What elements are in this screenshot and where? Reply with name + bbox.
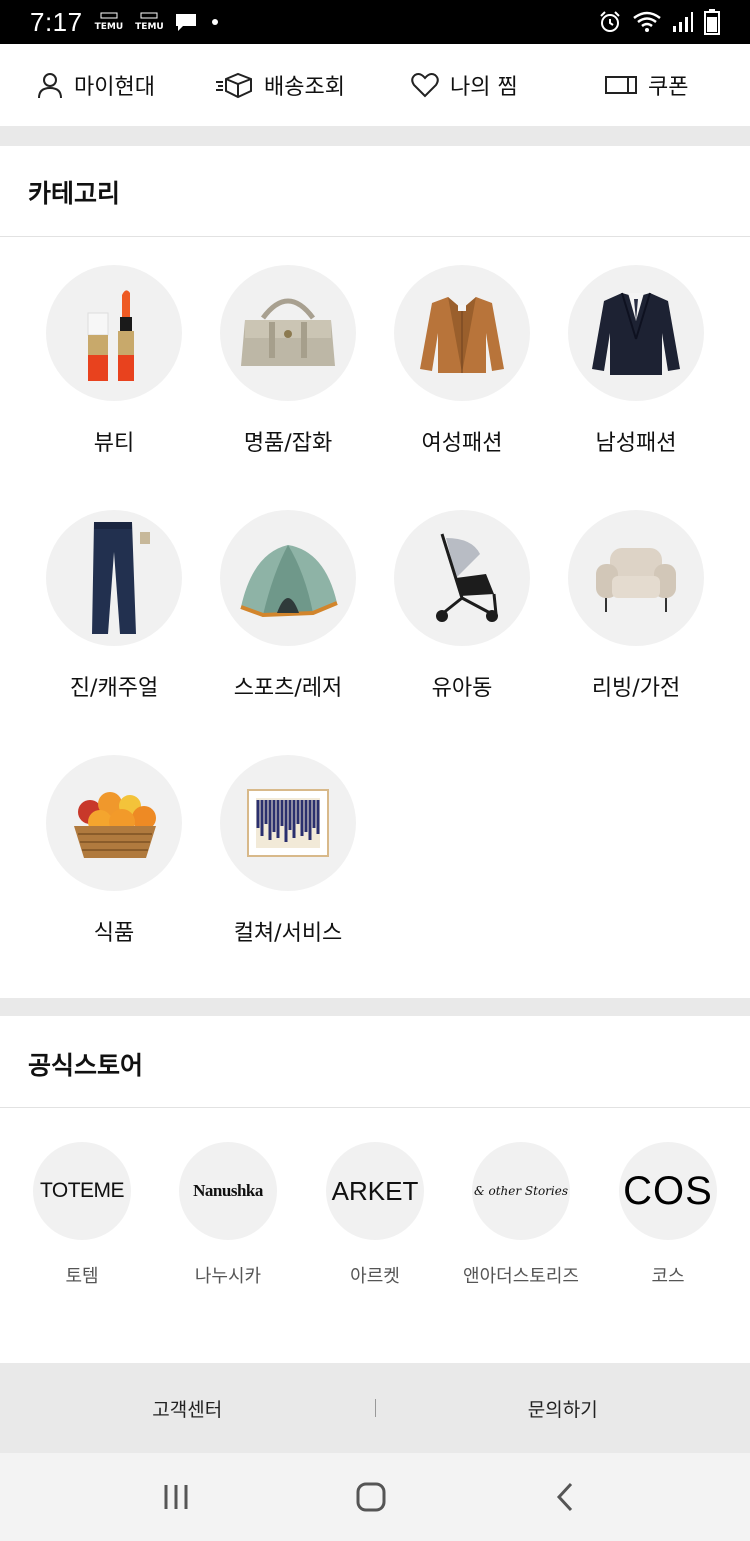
store-label: 앤아더스토리즈 bbox=[463, 1266, 579, 1287]
wifi-icon bbox=[633, 11, 661, 32]
system-navigation-bar bbox=[0, 1453, 750, 1541]
delivery-box-icon bbox=[216, 72, 252, 99]
category-label: 남성패션 bbox=[595, 431, 677, 456]
store-item-cos[interactable]: COS 코스 bbox=[598, 1142, 738, 1288]
status-time: 7:17 bbox=[30, 6, 83, 37]
category-item-sports-leisure[interactable]: 스포츠/레저 bbox=[201, 510, 375, 702]
battery-icon bbox=[704, 9, 720, 35]
quick-item-label: 마이현대 bbox=[74, 75, 155, 100]
armchair-icon bbox=[596, 548, 676, 612]
recent-apps-button[interactable] bbox=[156, 1479, 196, 1515]
inquiry-link[interactable]: 문의하기 bbox=[376, 1395, 750, 1422]
category-item-culture-service[interactable]: 컬쳐/서비스 bbox=[201, 755, 375, 947]
quick-item-label: 쿠폰 bbox=[648, 75, 689, 100]
category-item-luxury[interactable]: 명품/잡화 bbox=[201, 265, 375, 457]
nanushka-logo: Nanushka bbox=[179, 1142, 277, 1240]
quick-menu-bar: 마이현대 배송조회 나의 찜 쿠폰 bbox=[0, 44, 750, 126]
back-button[interactable] bbox=[546, 1479, 586, 1515]
category-label: 컬쳐/서비스 bbox=[233, 921, 343, 946]
category-item-living-appliance[interactable]: 리빙/가전 bbox=[549, 510, 723, 702]
store-item-arket[interactable]: ARKET 아르켓 bbox=[305, 1142, 445, 1288]
toteme-logo: TOTEME bbox=[33, 1142, 131, 1240]
quick-item-coupon[interactable]: 쿠폰 bbox=[604, 69, 688, 101]
category-item-beauty[interactable]: 뷰티 bbox=[27, 265, 201, 457]
heart-icon bbox=[411, 73, 439, 98]
framed-art-icon bbox=[247, 789, 329, 857]
category-item-kids[interactable]: 유아동 bbox=[375, 510, 549, 702]
quick-item-label: 배송조회 bbox=[264, 75, 345, 100]
home-button[interactable] bbox=[351, 1479, 391, 1515]
jeans-icon bbox=[92, 522, 150, 634]
quick-item-my-hyundai[interactable]: 마이현대 bbox=[36, 69, 155, 101]
store-item-nanushka[interactable]: Nanushka 나누시카 bbox=[158, 1142, 298, 1288]
back-icon bbox=[556, 1482, 573, 1512]
lipstick-icon bbox=[87, 290, 134, 381]
alarm-icon bbox=[600, 11, 620, 32]
quick-item-delivery[interactable]: 배송조회 bbox=[214, 69, 345, 101]
temu-notification-icon: TEMU bbox=[135, 12, 164, 32]
category-title: 카테고리 bbox=[28, 179, 121, 208]
mens-suit-icon bbox=[592, 292, 680, 375]
tent-icon bbox=[240, 545, 338, 618]
store-item-toteme[interactable]: TOTEME 토템 bbox=[12, 1142, 152, 1288]
person-icon bbox=[38, 73, 62, 99]
category-label: 리빙/가전 bbox=[591, 676, 681, 701]
handbag-icon bbox=[241, 298, 335, 366]
store-label: 토템 bbox=[65, 1266, 99, 1287]
message-icon bbox=[175, 14, 196, 31]
category-label: 스포츠/레저 bbox=[233, 676, 343, 701]
category-item-womens-fashion[interactable]: 여성패션 bbox=[375, 265, 549, 457]
quick-item-label: 나의 찜 bbox=[450, 75, 518, 100]
store-label: 아르켓 bbox=[350, 1266, 400, 1287]
category-label: 뷰티 bbox=[93, 431, 135, 456]
cos-logo: COS bbox=[619, 1142, 717, 1240]
signal-icon bbox=[673, 12, 693, 32]
fruit-basket-icon bbox=[74, 792, 156, 858]
temu-notification-icon: TEMU bbox=[95, 12, 123, 32]
section-gap bbox=[0, 126, 750, 146]
store-item-other-stories[interactable]: & other Stories 앤아더스토리즈 bbox=[451, 1142, 591, 1288]
category-label: 명품/잡화 bbox=[243, 431, 333, 456]
category-item-food[interactable]: 식품 bbox=[27, 755, 201, 947]
notification-dot-icon bbox=[211, 19, 218, 25]
divider bbox=[0, 236, 750, 237]
other-stories-logo: & other Stories bbox=[472, 1142, 570, 1240]
category-item-mens-fashion[interactable]: 남성패션 bbox=[549, 265, 723, 457]
category-label: 여성패션 bbox=[421, 431, 503, 456]
category-label: 진/캐주얼 bbox=[69, 676, 159, 701]
store-label: 나누시카 bbox=[194, 1266, 262, 1287]
home-icon bbox=[356, 1482, 386, 1512]
section-gap bbox=[0, 998, 750, 1016]
status-bar: 7:17 TEMU TEMU bbox=[0, 0, 750, 44]
category-label: 식품 bbox=[93, 921, 135, 946]
quick-item-wishlist[interactable]: 나의 찜 bbox=[410, 69, 518, 101]
category-item-jeans-casual[interactable]: 진/캐주얼 bbox=[27, 510, 201, 702]
womens-jacket-icon bbox=[420, 297, 504, 373]
divider bbox=[0, 1107, 750, 1108]
coupon-icon bbox=[605, 76, 637, 94]
arket-logo: ARKET bbox=[326, 1142, 424, 1240]
stroller-icon bbox=[436, 533, 498, 622]
recent-apps-icon bbox=[164, 1485, 188, 1509]
footer-bar: 고객센터 문의하기 bbox=[0, 1363, 750, 1453]
customer-center-link[interactable]: 고객센터 bbox=[0, 1395, 375, 1422]
store-label: 코스 bbox=[651, 1266, 685, 1287]
category-label: 유아동 bbox=[431, 676, 493, 701]
official-store-title: 공식스토어 bbox=[28, 1051, 144, 1080]
